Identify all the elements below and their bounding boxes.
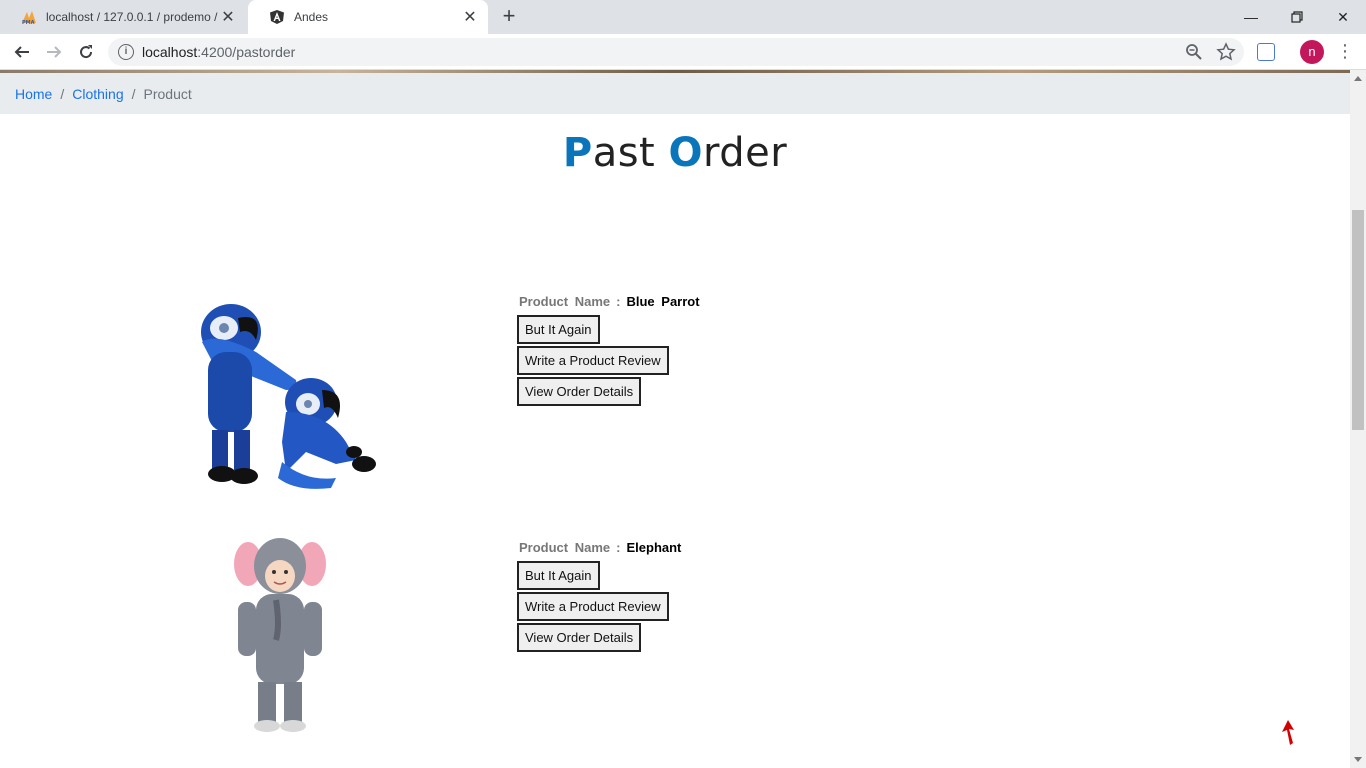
tab-title: Andes [294, 10, 329, 24]
minimize-icon[interactable]: — [1228, 0, 1274, 34]
more-menu-icon[interactable]: ⋮ [1336, 42, 1354, 62]
browser-tab-phpmyadmin[interactable]: PMA localhost / 127.0.0.1 / prodemo / ✕ [0, 0, 246, 34]
view-order-details-button[interactable]: View Order Details [517, 623, 642, 652]
angular-icon [270, 10, 284, 24]
back-arrow-icon[interactable] [8, 38, 36, 66]
breadcrumb-separator: / [131, 85, 136, 102]
close-icon[interactable]: ✕ [462, 7, 478, 27]
page-content: Home / Clothing / Product Past Order Pro… [0, 70, 1350, 768]
zoom-icon[interactable] [1184, 42, 1204, 62]
title-initial-o: O [668, 130, 703, 176]
browser-tab-strip: PMA localhost / 127.0.0.1 / prodemo / ✕ … [0, 0, 1366, 34]
scroll-up-icon[interactable] [1354, 76, 1362, 81]
title-text-part: rder [702, 130, 788, 176]
breadcrumb-product: Product [143, 85, 192, 102]
browser-tab-andes[interactable]: Andes ✕ [248, 0, 488, 34]
product-name-value: Blue Parrot [626, 294, 700, 309]
title-initial-p: P [562, 130, 593, 176]
scroll-to-top-arrow-icon[interactable] [1278, 718, 1298, 748]
address-bar[interactable]: i localhost:4200/pastorder [108, 38, 1244, 66]
restore-icon[interactable] [1274, 0, 1320, 34]
breadcrumb-home[interactable]: Home [15, 86, 52, 102]
tab-title: localhost / 127.0.0.1 / prodemo / [46, 10, 218, 24]
buy-it-again-button[interactable]: But It Again [517, 561, 600, 590]
write-review-button[interactable]: Write a Product Review [517, 346, 669, 375]
url-text[interactable]: localhost:4200/pastorder [142, 44, 295, 60]
colon: : [616, 540, 621, 555]
product-image-elephant[interactable] [232, 536, 328, 738]
info-icon[interactable]: i [118, 44, 134, 60]
svg-text:PMA: PMA [22, 20, 35, 25]
product-name-row: Product Name: Blue Parrot [519, 294, 700, 309]
close-icon[interactable]: ✕ [220, 7, 236, 27]
order-info: Product Name: Elephant But It Again Write… [517, 540, 681, 654]
page-title: Past Order [0, 130, 1350, 176]
page-scrollbar[interactable] [1350, 70, 1366, 768]
new-tab-icon[interactable]: + [498, 5, 520, 28]
order-info: Product Name: Blue Parrot But It Again Wr… [517, 294, 700, 408]
extension-icon[interactable] [1257, 43, 1275, 61]
view-order-details-button[interactable]: View Order Details [517, 377, 642, 406]
scrollbar-thumb[interactable] [1352, 210, 1364, 430]
product-name-label: Product Name [519, 294, 611, 309]
product-name-label: Product Name [519, 540, 611, 555]
close-window-icon[interactable]: ✕ [1320, 0, 1366, 34]
bookmark-star-icon[interactable] [1216, 42, 1236, 62]
breadcrumb-separator: / [60, 85, 65, 102]
profile-avatar[interactable]: n [1300, 40, 1324, 64]
forward-arrow-icon[interactable] [40, 38, 68, 66]
phpmyadmin-icon: PMA [22, 11, 36, 25]
reload-icon[interactable] [72, 38, 100, 66]
product-name-value: Elephant [626, 540, 682, 555]
breadcrumb: Home / Clothing / Product [0, 73, 1350, 114]
scroll-down-icon[interactable] [1354, 757, 1362, 762]
product-image-blue-parrot[interactable] [186, 292, 382, 494]
write-review-button[interactable]: Write a Product Review [517, 592, 669, 621]
buy-it-again-button[interactable]: But It Again [517, 315, 600, 344]
breadcrumb-clothing[interactable]: Clothing [72, 86, 123, 102]
title-text-part: ast [592, 130, 669, 176]
product-name-row: Product Name: Elephant [519, 540, 681, 555]
browser-toolbar: i localhost:4200/pastorder n ⋮ [0, 34, 1366, 70]
colon: : [616, 294, 621, 309]
